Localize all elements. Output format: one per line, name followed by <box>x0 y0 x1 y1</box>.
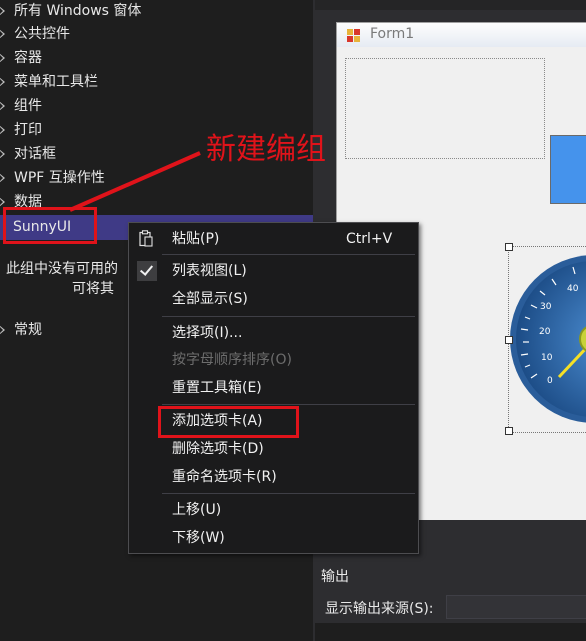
output-title: 输出 <box>321 569 349 585</box>
placeholder-control[interactable] <box>345 58 545 159</box>
menu-item-label: 选择项(I)... <box>172 325 243 341</box>
menu-item-sort-alphabetically: 按字母顺序排序(O) <box>129 347 418 373</box>
menu-item-label: 下移(W) <box>172 530 225 546</box>
toolbox-group-menus-toolbars[interactable]: 菜单和工具栏 <box>0 71 313 93</box>
output-source-select[interactable] <box>446 595 586 619</box>
group-label: 常规 <box>14 322 42 338</box>
menu-item-reset-toolbox[interactable]: 重置工具箱(E) <box>129 375 418 401</box>
group-label: WPF 互操作性 <box>14 170 105 186</box>
group-label: 组件 <box>14 98 42 114</box>
toolbox-group-common-controls[interactable]: 公共控件 <box>0 23 313 45</box>
expand-arrow-icon <box>0 53 5 63</box>
gauge-tick-label: 20 <box>539 327 551 337</box>
group-label: 打印 <box>14 122 42 138</box>
checkmark-icon <box>137 261 157 281</box>
empty-group-message-line2: 可将其 <box>72 281 114 297</box>
expand-arrow-icon <box>0 29 5 39</box>
form-icon <box>347 29 360 42</box>
highlight-box-add-tab <box>158 406 299 438</box>
toolbox-group-containers[interactable]: 容器 <box>0 47 313 69</box>
menu-item-label: 列表视图(L) <box>172 263 247 279</box>
expand-arrow-icon <box>0 197 5 207</box>
menu-item-show-all[interactable]: 全部显示(S) <box>129 286 418 312</box>
menu-item-choose-items[interactable]: 选择项(I)... <box>129 320 418 346</box>
gauge-control[interactable]: 40 30 20 10 0 <box>508 246 586 433</box>
group-label: 菜单和工具栏 <box>14 74 98 90</box>
toolbox-context-menu: 粘贴(P) Ctrl+V 列表视图(L) 全部显示(S) 选择项(I)... 按… <box>128 222 419 554</box>
toolbox-group-components[interactable]: 组件 <box>0 95 313 117</box>
gauge-tick-label: 10 <box>541 353 553 363</box>
annotation-label: 新建编组 <box>206 132 326 167</box>
resize-handle[interactable] <box>505 243 513 251</box>
group-label: 公共控件 <box>14 26 70 42</box>
menu-item-label: 删除选项卡(D) <box>172 441 264 457</box>
menu-item-shortcut: Ctrl+V <box>346 231 393 247</box>
menu-item-rename-tab[interactable]: 重命名选项卡(R) <box>129 464 418 490</box>
output-source-label: 显示输出来源(S): <box>325 601 434 617</box>
menu-item-label: 粘贴(P) <box>172 231 220 247</box>
menu-item-move-up[interactable]: 上移(U) <box>129 497 418 523</box>
expand-arrow-icon <box>0 77 5 87</box>
menu-item-label: 按字母顺序排序(O) <box>172 352 292 368</box>
empty-group-message: 此组中没有可用的 <box>6 261 118 277</box>
form-title: Form1 <box>370 26 415 42</box>
menu-separator <box>162 316 415 317</box>
menu-item-label: 上移(U) <box>172 502 222 518</box>
output-content[interactable] <box>315 623 586 641</box>
menu-item-list-view[interactable]: 列表视图(L) <box>129 258 418 284</box>
group-label: 对话框 <box>14 146 56 162</box>
resize-handle[interactable] <box>505 427 513 435</box>
form-title-bar: Form1 <box>337 23 586 47</box>
menu-item-label: 重命名选项卡(R) <box>172 469 277 485</box>
gauge-tick-label: 30 <box>540 302 552 312</box>
menu-item-label: 重置工具箱(E) <box>172 380 262 396</box>
output-panel-header: 输出 <box>315 565 586 590</box>
blue-button-control[interactable] <box>550 135 586 204</box>
highlight-box-sunnyui <box>3 207 97 244</box>
menu-item-move-down[interactable]: 下移(W) <box>129 525 418 551</box>
menu-item-delete-tab[interactable]: 删除选项卡(D) <box>129 436 418 462</box>
group-label: 容器 <box>14 50 42 66</box>
expand-arrow-icon <box>0 125 5 135</box>
designer-tab-strip <box>315 0 586 10</box>
menu-separator <box>162 493 415 494</box>
menu-separator <box>162 404 415 405</box>
gauge-dial-icon: 40 30 20 10 0 <box>510 255 586 423</box>
resize-handle[interactable] <box>505 336 513 344</box>
paste-icon <box>139 230 153 247</box>
menu-item-paste[interactable]: 粘贴(P) Ctrl+V <box>129 226 418 252</box>
group-label: 所有 Windows 窗体 <box>14 3 142 19</box>
menu-item-label: 全部显示(S) <box>172 291 248 307</box>
toolbox-group-wpf-interop[interactable]: WPF 互操作性 <box>0 167 313 189</box>
output-toolbar: 显示输出来源(S): <box>315 590 586 623</box>
menu-separator <box>162 254 415 255</box>
expand-arrow-icon <box>0 6 5 16</box>
gauge-tick-label: 40 <box>567 284 579 294</box>
expand-arrow-icon <box>0 173 5 183</box>
expand-arrow-icon <box>0 101 5 111</box>
gauge-tick-label: 0 <box>547 376 553 386</box>
toolbox-group-all-windows-forms[interactable]: 所有 Windows 窗体 <box>0 0 313 22</box>
expand-arrow-icon <box>0 325 5 335</box>
expand-arrow-icon <box>0 149 5 159</box>
